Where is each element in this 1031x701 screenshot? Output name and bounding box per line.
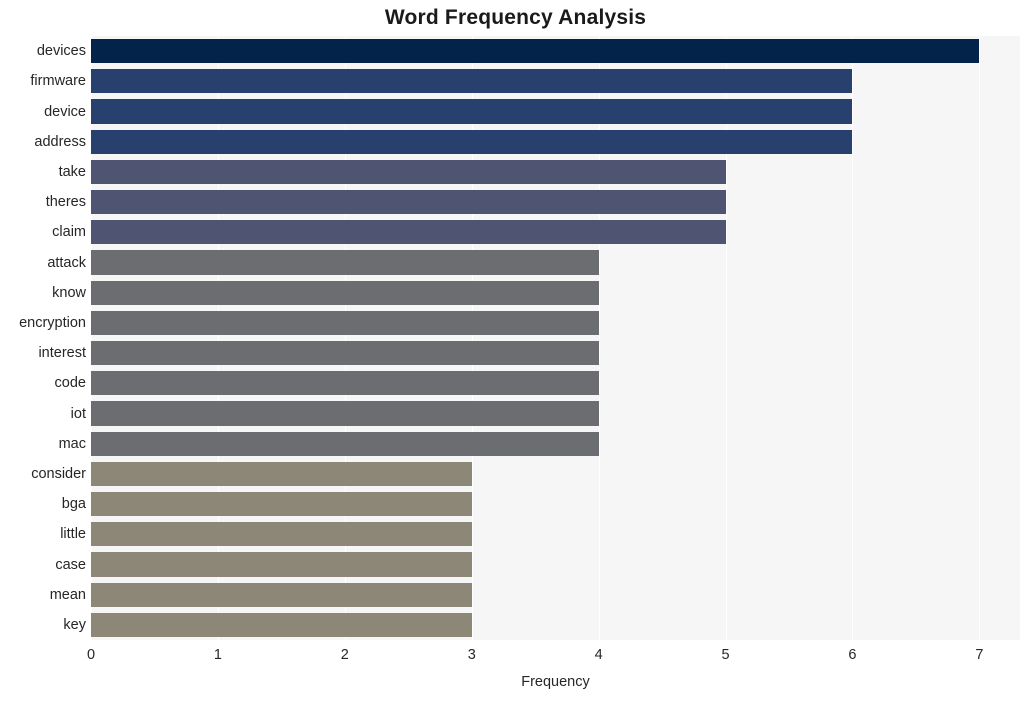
y-tick-label-consider: consider: [31, 465, 86, 482]
bar-row: [91, 341, 1020, 366]
y-axis-tick-labels: devices firmware device address take theres cl…: [0, 36, 86, 640]
plot-area: [91, 36, 1020, 640]
bar-row: [91, 159, 1020, 184]
bar-device: [91, 99, 853, 124]
bar-encryption: [91, 310, 599, 335]
chart-title: Word Frequency Analysis: [384, 6, 647, 29]
bar-row: [91, 69, 1020, 94]
bar-row: [91, 582, 1020, 607]
bar-row: [91, 190, 1020, 215]
x-tick-label-2: 2: [340, 647, 349, 663]
bar-code: [91, 371, 599, 396]
bar-consider: [91, 461, 472, 486]
bar-firmware: [91, 69, 853, 94]
x-tick-label-3: 3: [467, 647, 476, 663]
bar-attack: [91, 250, 599, 275]
bar-row: [91, 461, 1020, 486]
x-tick-label-6: 6: [848, 647, 857, 663]
y-tick-label-mean: mean: [49, 586, 86, 603]
y-tick-label-take: take: [58, 163, 86, 180]
bar-case: [91, 552, 472, 577]
y-tick-label-bga: bga: [61, 495, 86, 512]
y-tick-label-little: little: [60, 526, 86, 543]
y-tick-label-know: know: [52, 284, 86, 301]
bar-row: [91, 250, 1020, 275]
y-tick-label-key: key: [63, 616, 86, 633]
x-axis-tick-labels: 0 1 2 3 4 5 6 7: [0, 648, 1031, 670]
bar-row: [91, 280, 1020, 305]
y-tick-label-device: device: [44, 103, 86, 120]
x-tick-label-5: 5: [721, 647, 730, 663]
y-tick-label-theres: theres: [45, 193, 86, 210]
bar-take: [91, 159, 726, 184]
word-frequency-chart-figure: Word Frequency Analysis devices firmware d…: [0, 0, 1031, 701]
bar-mean: [91, 582, 472, 607]
bar-row: [91, 552, 1020, 577]
y-tick-label-code: code: [54, 375, 86, 392]
y-tick-label-iot: iot: [70, 405, 86, 422]
bar-little: [91, 522, 472, 547]
bar-bga: [91, 492, 472, 517]
bar-row: [91, 401, 1020, 426]
x-axis-title: Frequency: [521, 674, 590, 690]
bar-interest: [91, 341, 599, 366]
y-tick-label-attack: attack: [47, 254, 86, 271]
bar-row: [91, 431, 1020, 456]
y-tick-label-encryption: encryption: [19, 314, 86, 331]
bar-key: [91, 612, 472, 637]
bar-row: [91, 310, 1020, 335]
bar-row: [91, 522, 1020, 547]
bar-row: [91, 371, 1020, 396]
x-tick-label-0: 0: [86, 647, 96, 663]
bar-theres: [91, 190, 726, 215]
y-tick-label-address: address: [34, 133, 86, 150]
y-tick-label-case: case: [55, 556, 86, 573]
bar-devices: [91, 39, 980, 64]
y-tick-label-claim: claim: [52, 224, 86, 241]
y-tick-label-interest: interest: [38, 344, 86, 361]
bar-row: [91, 129, 1020, 154]
bar-claim: [91, 220, 726, 245]
bar-mac: [91, 431, 599, 456]
bar-address: [91, 129, 853, 154]
x-tick-label-4: 4: [594, 647, 603, 663]
bar-row: [91, 492, 1020, 517]
x-tick-label-7: 7: [975, 647, 984, 663]
bar-row: [91, 99, 1020, 124]
bars-container: [91, 36, 1020, 640]
bar-iot: [91, 401, 599, 426]
x-tick-label-1: 1: [213, 647, 222, 663]
y-tick-label-mac: mac: [58, 435, 86, 452]
bar-row: [91, 39, 1020, 64]
y-tick-label-firmware: firmware: [30, 73, 86, 90]
y-tick-label-devices: devices: [36, 42, 86, 59]
bar-row: [91, 220, 1020, 245]
bar-know: [91, 280, 599, 305]
bar-row: [91, 612, 1020, 637]
